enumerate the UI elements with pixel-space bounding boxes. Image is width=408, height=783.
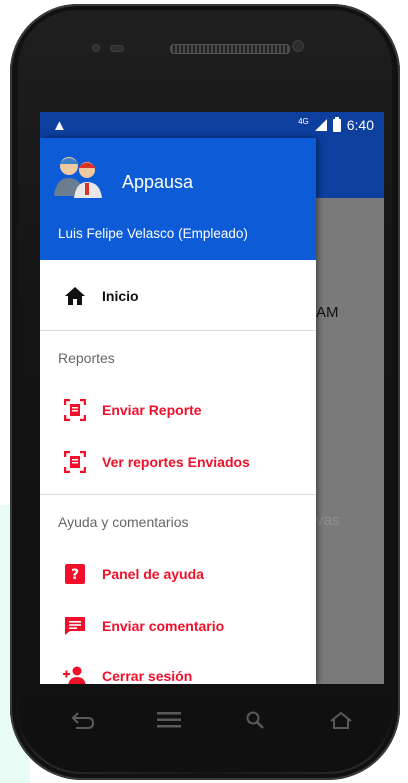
navigation-drawer: Appausa Luis Felipe Velasco (Empleado) I… <box>40 138 316 684</box>
earpiece-speaker <box>170 44 290 54</box>
divider <box>40 494 316 495</box>
back-arrow-icon <box>71 712 95 729</box>
menu-lines-icon <box>157 712 181 728</box>
background-text: vas <box>316 512 340 529</box>
menu-item-label: Panel de ayuda <box>102 566 204 582</box>
user-name: Luis Felipe Velasco (Empleado) <box>58 226 248 241</box>
feedback-icon <box>62 613 88 639</box>
signal-icon <box>314 119 327 131</box>
menu-item-view-reports[interactable]: Ver reportes Enviados <box>40 440 316 484</box>
background-text: AM <box>316 304 339 321</box>
home-icon <box>62 283 88 309</box>
svg-text:?: ? <box>71 567 79 583</box>
menu-item-send-feedback[interactable]: Enviar comentario <box>40 604 316 648</box>
logout-icon <box>62 663 88 684</box>
drawer-header: Appausa Luis Felipe Velasco (Empleado) <box>40 138 316 260</box>
status-time: 6:40 <box>346 117 374 133</box>
menu-item-label: Enviar comentario <box>102 618 225 634</box>
search-button[interactable] <box>235 705 275 735</box>
menu-item-send-report[interactable]: Enviar Reporte <box>40 388 316 432</box>
status-bar: ▲ 4G 6:40 <box>40 112 384 138</box>
menu-item-label: Enviar Reporte <box>102 402 202 418</box>
app-name: Appausa <box>122 172 194 192</box>
menu-item-home[interactable]: Inicio <box>40 274 316 318</box>
report-list-icon <box>62 449 88 475</box>
menu-button[interactable] <box>149 705 189 735</box>
menu-item-logout[interactable]: Cerrar sesión <box>40 654 316 684</box>
menu-item-label: Cerrar sesión <box>102 668 193 684</box>
sensor-dot <box>92 44 100 52</box>
back-button[interactable] <box>63 705 103 735</box>
divider <box>40 330 316 331</box>
users-avatar-icon <box>54 157 102 198</box>
report-icon <box>62 397 88 423</box>
section-title-ayuda: Ayuda y comentarios <box>58 514 189 530</box>
menu-item-label: Inicio <box>102 288 139 304</box>
battery-icon <box>332 116 341 132</box>
section-title-reportes: Reportes <box>58 350 115 366</box>
system-nav-bar <box>40 692 384 748</box>
menu-item-help-panel[interactable]: ? Panel de ayuda <box>40 552 316 596</box>
status-right: 4G 6:40 <box>298 116 374 133</box>
sensor-dot <box>110 45 124 52</box>
device-screen: ▲ 4G 6:40 AM vas Appausa Luis Felipe Vel… <box>40 112 384 684</box>
warning-icon: ▲ <box>52 117 67 134</box>
home-button[interactable] <box>321 705 361 735</box>
help-icon: ? <box>62 561 88 587</box>
front-camera <box>292 40 304 52</box>
network-type: 4G <box>298 116 309 126</box>
home-outline-icon <box>330 711 352 729</box>
search-icon <box>246 711 264 729</box>
menu-item-label: Ver reportes Enviados <box>102 454 250 470</box>
